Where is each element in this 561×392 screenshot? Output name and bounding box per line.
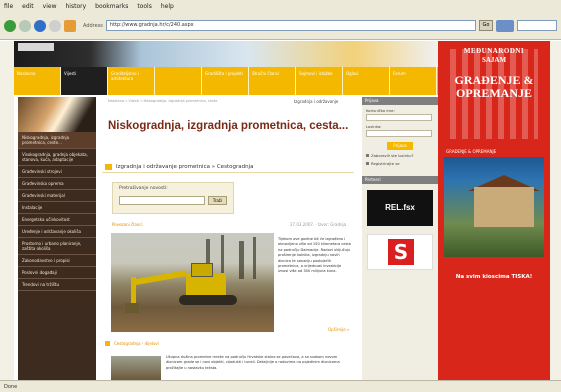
sidebar-item-visokogradnja[interactable]: Visokogradnja, gradnja objekata, stanova… [18, 149, 96, 166]
article2-text: Ukupna dužina prometne mreže na području… [166, 355, 340, 370]
home-icon[interactable] [64, 19, 76, 32]
sidebar-item-materijal[interactable]: Građevinski materijal [18, 190, 96, 202]
section2-heading: Cestogradnja - dijelovi [102, 340, 354, 348]
go-button[interactable]: Go [479, 20, 493, 31]
register-link[interactable]: Registrirajte se [366, 161, 434, 166]
right-sidebar: Prijava Korisničko ime: Lozinka: Prijava… [362, 97, 438, 380]
news-search-button[interactable]: Traži [207, 196, 227, 205]
read-more-link[interactable]: Opširnije » [328, 327, 349, 332]
login-heading: Prijava [362, 97, 438, 105]
nav-item-graditeljstvo[interactable]: Graditeljstvo i arhitektura [108, 67, 155, 95]
sidebar-item-planiranje[interactable]: Prostorno i urbano planiranje, zaštita o… [18, 238, 96, 255]
page-viewport: Naslovna Vijesti Graditeljstvo i arhitek… [0, 41, 561, 380]
site-header [14, 41, 438, 67]
sidebar-item-oprema[interactable]: Građevinska oprema [18, 178, 96, 190]
menu-file[interactable]: file [4, 3, 13, 10]
bullet-icon [366, 154, 369, 157]
menu-help[interactable]: help [161, 3, 174, 10]
menu-edit[interactable]: edit [22, 3, 34, 10]
category-square-icon [105, 164, 112, 170]
password-field[interactable] [366, 130, 432, 137]
search-engine-icon[interactable] [496, 19, 514, 32]
nav-item-naslovna[interactable]: Naslovna [14, 67, 61, 95]
nav-item-sajmovi[interactable]: Sajmovi i izložbe [296, 67, 343, 95]
bullet-icon [366, 162, 369, 165]
partner-logo-s-mark: S [388, 239, 414, 265]
menu-bookmarks[interactable]: bookmarks [95, 3, 128, 10]
magazine-title: GRAĐENJE & OPREMANJE [444, 147, 544, 157]
house-image [474, 187, 534, 227]
category-heading-text[interactable]: Izgradnja i održavanje prometnica » Cest… [116, 164, 253, 170]
advertisement-banner[interactable]: MEĐUNARODNI SAJAM GRAĐENJE & OPREMANJE G… [438, 41, 550, 380]
nav-item-strucni-clanci[interactable]: Stručni članci [249, 67, 296, 95]
partners-heading: Partneri [362, 176, 438, 184]
sidebar-item-strojevi[interactable]: Građevinski strojevi [18, 166, 96, 178]
nav-item-vijesti[interactable]: Vijesti [61, 67, 108, 95]
section-link[interactable]: Povezani članci [112, 222, 143, 227]
breadcrumb[interactable]: Naslovna » Vijesti » Niskogradnja, izgra… [108, 99, 217, 103]
banner-line1: MEĐUNARODNI [463, 47, 525, 55]
nav-item-empty[interactable] [155, 67, 202, 95]
section2-link[interactable]: Cestogradnja - dijelovi [114, 341, 159, 346]
search-input[interactable] [517, 20, 557, 31]
forgot-password-link[interactable]: Zaboravili ste lozinku? [366, 153, 434, 158]
banner-tagline: Na svim kioscima TISKA! [444, 269, 544, 299]
main-nav: Naslovna Vijesti Graditeljstvo i arhitek… [14, 67, 438, 95]
section-date: 27.03.2007. · Izvor: Gradnja [290, 222, 347, 227]
main-content: Naslovna » Vijesti » Niskogradnja, izgra… [98, 97, 358, 380]
sidebar-item-niskogradnja[interactable]: Niskogradnja, izgradnja prometnica, cest… [18, 132, 96, 149]
category-heading: Izgradnja i održavanje prometnica » Cest… [102, 161, 354, 173]
nav-item-gradilista[interactable]: Gradilišta i projekti [202, 67, 249, 95]
article-text: Tijekom ove godine bit će izgrađeno i ob… [278, 237, 351, 274]
banner-line2: SAJAM [481, 56, 507, 64]
news-search-label: Pretraživanje novosti: [119, 186, 168, 191]
sidebar-item-instalacije[interactable]: Instalacije [18, 202, 96, 214]
breadcrumb-right[interactable]: Izgradnja i održavanje [294, 99, 338, 104]
address-label: Address [83, 22, 103, 29]
username-label: Korisničko ime: [366, 108, 395, 113]
section2-square-icon [105, 341, 110, 346]
login-button[interactable]: Prijava [387, 142, 413, 150]
news-search-box: Pretraživanje novosti: Traži [112, 182, 234, 214]
news-search-input[interactable] [119, 196, 205, 205]
forward-icon[interactable] [19, 19, 31, 32]
menu-tools[interactable]: tools [137, 3, 152, 10]
sidebar-item-trendovi[interactable]: Trendovi na tržištu [18, 279, 96, 291]
sidebar-item-dogadaji[interactable]: Poslovni događaji [18, 267, 96, 279]
address-bar[interactable]: http://www.gradnja.hr/c/240.aspx [105, 20, 476, 31]
excavator-photo[interactable] [111, 233, 274, 332]
site-logo[interactable] [18, 43, 54, 51]
status-bar: Done [0, 380, 561, 392]
article2-photo[interactable] [111, 356, 161, 380]
reload-icon[interactable] [34, 19, 46, 32]
banner-line3: GRAĐENJE & OPREMANJE [454, 73, 534, 100]
menu-history[interactable]: history [66, 3, 87, 10]
menu-view[interactable]: view [43, 3, 57, 10]
nav-item-oglasi[interactable]: Oglasi [343, 67, 390, 95]
section-heading: Povezani članci 27.03.2007. · Izvor: Gra… [102, 221, 354, 229]
nav-item-forum[interactable]: Forum [390, 67, 437, 95]
left-sidebar: Niskogradnja, izgradnja prometnica, cest… [18, 97, 96, 380]
password-label: Lozinka: [366, 124, 382, 129]
sidebar-photo [18, 97, 96, 132]
partner-logo-s[interactable]: S [367, 234, 433, 270]
page-title: Niskogradnja, izgradnja prometnica, cest… [108, 120, 349, 132]
partner-logo-rel[interactable]: REL.fsx [367, 190, 433, 226]
sidebar-item-okolis[interactable]: Uređenje i održavanje okoliša [18, 226, 96, 238]
news-search-row: Traži [119, 196, 227, 205]
back-icon[interactable] [4, 19, 16, 32]
stop-icon[interactable] [49, 19, 61, 32]
username-field[interactable] [366, 114, 432, 121]
menu-bar: file edit view history bookmarks tools h… [0, 0, 561, 12]
website: Naslovna Vijesti Graditeljstvo i arhitek… [14, 41, 438, 380]
magazine-cover: GRAĐENJE & OPREMANJE [444, 147, 544, 257]
browser-window: file edit view history bookmarks tools h… [0, 0, 561, 392]
sidebar-item-zakonodavstvo[interactable]: Zakonodavstvo i propisi [18, 255, 96, 267]
sidebar-item-energetska[interactable]: Energetska učinkovitost [18, 214, 96, 226]
navigation-toolbar: Address http://www.gradnja.hr/c/240.aspx… [0, 12, 561, 40]
